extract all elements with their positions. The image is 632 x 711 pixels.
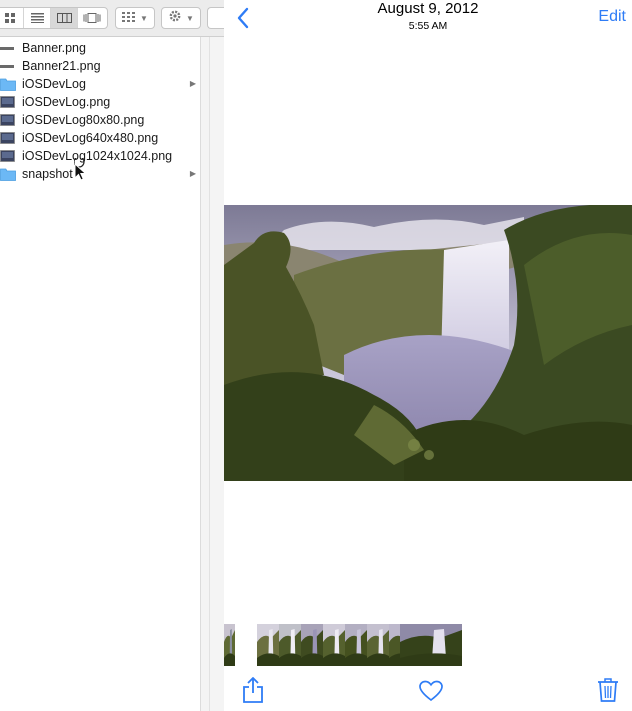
heart-icon[interactable]	[419, 680, 443, 702]
disclosure-triangle-icon[interactable]: ▶	[190, 79, 196, 88]
image-file-icon	[0, 95, 16, 109]
finder-window: ▼ ▼ Banner.png Banner21.png iOSDevLog ▶ iOSD…	[0, 0, 227, 711]
column-divider[interactable]	[200, 37, 224, 711]
gear-icon	[168, 9, 182, 28]
file-name: iOSDevLog	[22, 77, 86, 91]
mouse-cursor-icon	[74, 158, 87, 181]
image-file-icon	[0, 131, 16, 145]
folder-icon	[0, 168, 16, 181]
file-row[interactable]: iOSDevLog640x480.png	[0, 129, 200, 147]
image-file-icon	[0, 60, 16, 73]
folder-icon	[0, 78, 16, 91]
file-row[interactable]: iOSDevLog.png	[0, 93, 200, 111]
trash-icon[interactable]	[597, 677, 619, 703]
file-row[interactable]: iOSDevLog1024x1024.png	[0, 147, 200, 165]
image-file-icon	[0, 113, 16, 127]
thumbnail-current[interactable]	[400, 624, 462, 666]
file-name: iOSDevLog1024x1024.png	[22, 149, 173, 163]
arrange-button[interactable]: ▼	[115, 7, 155, 29]
thumbnail[interactable]	[279, 624, 301, 666]
view-mode-segmented-control	[0, 7, 108, 29]
edit-button[interactable]: Edit	[598, 8, 626, 26]
file-name: snapshot	[22, 167, 73, 181]
list-view-icon[interactable]	[24, 8, 51, 28]
main-photo[interactable]	[224, 205, 632, 481]
arrange-grid-icon	[122, 9, 136, 27]
thumbnail[interactable]	[345, 624, 367, 666]
file-row[interactable]: Banner21.png	[0, 57, 200, 75]
file-name: iOSDevLog80x80.png	[22, 113, 145, 127]
image-file-icon	[0, 149, 16, 163]
file-name: iOSDevLog640x480.png	[22, 131, 159, 145]
thumbnail[interactable]	[301, 624, 323, 666]
bottom-toolbar	[224, 670, 632, 711]
thumbnail-strip[interactable]	[224, 624, 632, 666]
image-file-icon	[0, 42, 16, 55]
file-row[interactable]: Banner.png	[0, 39, 200, 57]
folder-row[interactable]: snapshot ▶	[0, 165, 200, 183]
thumbnail[interactable]	[224, 624, 235, 666]
action-button[interactable]: ▼	[161, 7, 201, 29]
finder-toolbar: ▼ ▼	[0, 0, 227, 37]
folder-row[interactable]: iOSDevLog ▶	[0, 75, 200, 93]
share-icon[interactable]	[242, 676, 264, 704]
thumbnail[interactable]	[257, 624, 279, 666]
disclosure-triangle-icon[interactable]: ▶	[190, 169, 196, 178]
chevron-down-icon: ▼	[140, 13, 148, 23]
cover-flow-icon[interactable]	[78, 8, 105, 28]
thumbnail[interactable]	[323, 624, 345, 666]
thumbnail[interactable]	[367, 624, 389, 666]
photo-date: August 9, 2012	[377, 0, 479, 17]
waterfall-photo-image	[224, 205, 632, 481]
photo-time: 5:55 AM	[408, 20, 448, 32]
chevron-down-icon: ▼	[186, 13, 194, 23]
file-name: iOSDevLog.png	[22, 95, 111, 109]
file-name: Banner.png	[22, 41, 86, 55]
icon-view-icon[interactable]	[0, 8, 24, 28]
file-row[interactable]: iOSDevLog80x80.png	[0, 111, 200, 129]
file-name: Banner21.png	[22, 59, 101, 73]
column-view-icon[interactable]	[51, 8, 78, 28]
file-list: Banner.png Banner21.png iOSDevLog ▶ iOSDevLo…	[0, 39, 200, 183]
photo-viewer: August 9, 2012 5:55 AM Edit	[224, 0, 632, 711]
